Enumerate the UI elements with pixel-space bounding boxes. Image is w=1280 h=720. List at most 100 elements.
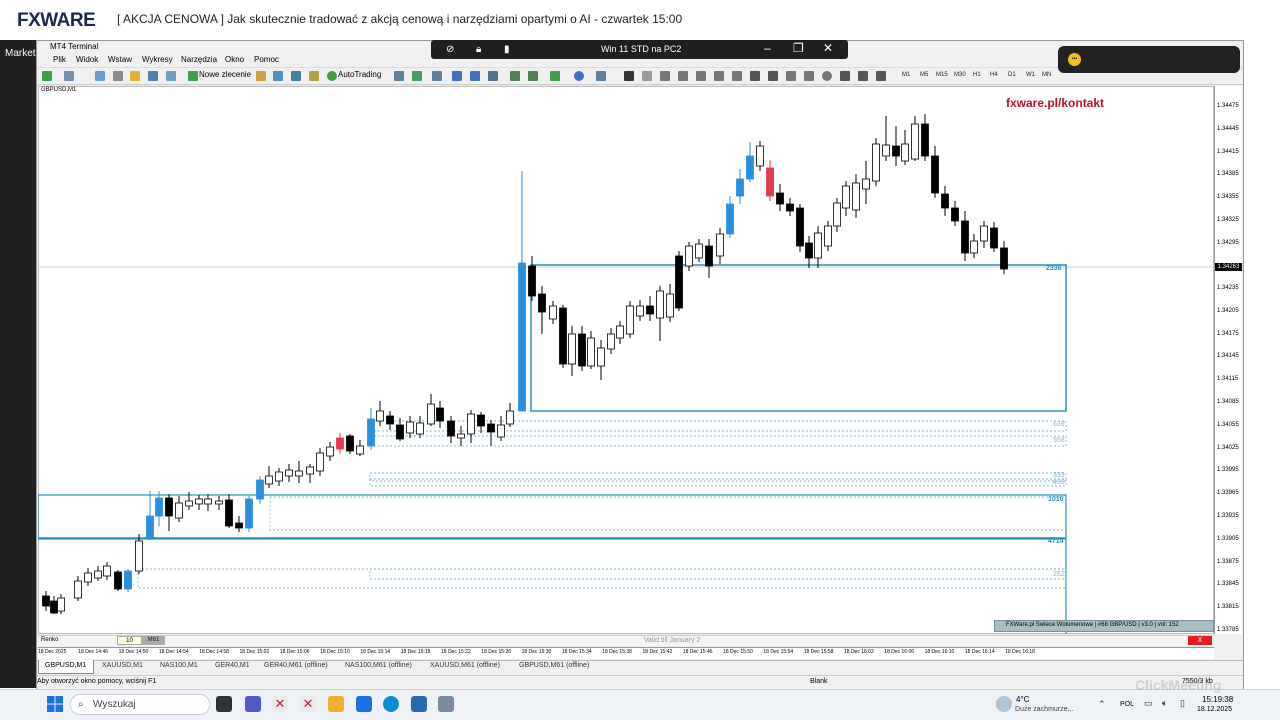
ellipse-icon[interactable] <box>822 71 832 81</box>
menu-narzedzia[interactable]: Narzędzia <box>181 55 217 64</box>
task-view-icon[interactable] <box>216 696 232 712</box>
templates-icon[interactable] <box>596 71 606 81</box>
tab-gbpusd-m61[interactable]: GBPUSD,M61 (offline) <box>519 662 589 669</box>
signals-icon[interactable] <box>309 71 319 81</box>
tf-w1[interactable]: W1 <box>1026 72 1035 78</box>
menu-okno[interactable]: Okno <box>225 55 244 64</box>
store-icon[interactable] <box>356 696 372 712</box>
tf-d1[interactable]: D1 <box>1008 72 1016 78</box>
zoom-in-icon[interactable] <box>452 71 462 81</box>
fxware-logo[interactable]: FXWARE <box>17 10 96 32</box>
renko-close-button[interactable]: X <box>1188 636 1212 645</box>
outlook-icon[interactable] <box>411 696 427 712</box>
lock-icon[interactable]: 🔒︎ <box>476 44 481 55</box>
trendline-icon[interactable] <box>696 71 706 81</box>
minimize-button[interactable]: – <box>764 41 771 55</box>
search-placeholder[interactable]: Wyszukaj <box>93 699 136 710</box>
volume-icon[interactable]: 🔈︎ <box>1162 698 1167 709</box>
battery-icon[interactable]: ▯ <box>1180 698 1185 709</box>
tab-nas100-m61[interactable]: NAS100,M61 (offline) <box>345 662 412 669</box>
new-chart-icon[interactable] <box>42 71 52 81</box>
autotrading-icon[interactable] <box>327 71 337 81</box>
strategy-tester-icon[interactable] <box>166 71 176 81</box>
remote-desktop-icon[interactable] <box>438 696 454 712</box>
tab-xauusd-m1[interactable]: XAUUSD,M1 <box>102 662 143 669</box>
rectangle-icon[interactable] <box>786 71 796 81</box>
text-label-icon[interactable] <box>768 71 778 81</box>
tf-h1[interactable]: H1 <box>973 72 981 78</box>
arrow-up-icon[interactable] <box>840 71 850 81</box>
fibonacci-icon[interactable] <box>732 71 742 81</box>
horizontal-line-icon[interactable] <box>678 71 688 81</box>
taskbar-search[interactable] <box>70 694 210 715</box>
new-order-icon[interactable] <box>188 71 198 81</box>
tray-language[interactable]: POL <box>1120 701 1134 708</box>
new-order-button[interactable]: Nowe zlecenie <box>199 70 251 79</box>
app-x2-icon[interactable]: ✕ <box>300 696 316 712</box>
periods-icon[interactable] <box>574 71 584 81</box>
line-chart-icon[interactable] <box>432 71 442 81</box>
menu-wykresy[interactable]: Wykresy <box>142 55 173 64</box>
history-icon[interactable] <box>291 71 301 81</box>
bar-chart-icon[interactable] <box>394 71 404 81</box>
weather-text[interactable]: Duże zachmurze... <box>1015 706 1073 713</box>
profiles-icon[interactable] <box>64 71 74 81</box>
teams-icon[interactable] <box>245 696 261 712</box>
cursor-icon[interactable] <box>624 71 634 81</box>
autotrading-button[interactable]: AutoTrading <box>338 70 381 79</box>
windows-start-icon[interactable] <box>47 696 63 712</box>
tf-m1[interactable]: M1 <box>902 72 910 78</box>
autoscroll-icon[interactable] <box>510 71 520 81</box>
menu-wstaw[interactable]: Wstaw <box>108 55 132 64</box>
clock-date[interactable]: 18.12.2025 <box>1197 706 1232 713</box>
vertical-line-icon[interactable] <box>660 71 670 81</box>
terminal-icon[interactable] <box>148 71 158 81</box>
tab-ger40-m61[interactable]: GER40,M61 (offline) <box>264 662 328 669</box>
tf-m15[interactable]: M15 <box>936 72 948 78</box>
tf-m5[interactable]: M5 <box>920 72 928 78</box>
close-button[interactable]: ✕ <box>823 41 833 55</box>
zoom-out-icon[interactable] <box>470 71 480 81</box>
tf-m30[interactable]: M30 <box>954 72 966 78</box>
tf-mn[interactable]: MN <box>1042 72 1051 78</box>
arrow-down-icon[interactable] <box>858 71 868 81</box>
candle-body <box>436 407 444 422</box>
tile-windows-icon[interactable] <box>488 71 498 81</box>
options-icon[interactable] <box>273 71 283 81</box>
renko-box-size-input[interactable]: 10 <box>117 636 142 645</box>
tray-chevron-icon[interactable]: ⌃ <box>1098 699 1106 710</box>
restore-button[interactable]: ❐ <box>793 41 804 55</box>
indicators-icon[interactable] <box>550 71 560 81</box>
candle-chart-icon[interactable] <box>412 71 422 81</box>
tab-ger40-m1[interactable]: GER40,M1 <box>215 662 250 669</box>
edge-icon[interactable] <box>383 696 399 712</box>
meta-editor-icon[interactable] <box>256 71 266 81</box>
market-watch-icon[interactable] <box>95 71 105 81</box>
tab-gbpusd-m1[interactable]: GBPUSD,M1 <box>45 662 86 669</box>
weather-cloud-icon[interactable] <box>996 696 1012 712</box>
tab-nas100-m1[interactable]: NAS100,M1 <box>160 662 198 669</box>
price-axis[interactable] <box>1214 86 1242 634</box>
chart-shift-icon[interactable] <box>528 71 538 81</box>
clock-time[interactable]: 15:19:38 <box>1202 695 1233 704</box>
pin-icon[interactable]: ⊘ <box>446 44 454 55</box>
tab-xauusd-m61[interactable]: XAUUSD,M61 (offline) <box>430 662 500 669</box>
menu-plik[interactable]: Plik <box>53 55 66 64</box>
notification-pill[interactable] <box>1058 46 1240 73</box>
text-icon[interactable] <box>750 71 760 81</box>
time-tick: 18 Dec 14:46 <box>78 649 109 655</box>
network-icon[interactable]: ▭ <box>1144 698 1153 709</box>
weather-temp[interactable]: 4°C <box>1016 695 1029 704</box>
channel-icon[interactable] <box>714 71 724 81</box>
app-x-icon[interactable]: ✕ <box>272 696 288 712</box>
menu-widok[interactable]: Widok <box>76 55 98 64</box>
triangle-icon[interactable] <box>804 71 814 81</box>
menu-pomoc[interactable]: Pomoc <box>254 55 279 64</box>
arrows-menu-icon[interactable] <box>876 71 886 81</box>
tf-h4[interactable]: H4 <box>990 72 998 78</box>
navigator-icon[interactable] <box>130 71 140 81</box>
renko-timeframe[interactable]: M61 <box>142 636 165 645</box>
file-explorer-icon[interactable] <box>328 696 344 712</box>
crosshair-icon[interactable] <box>642 71 652 81</box>
data-window-icon[interactable] <box>113 71 123 81</box>
